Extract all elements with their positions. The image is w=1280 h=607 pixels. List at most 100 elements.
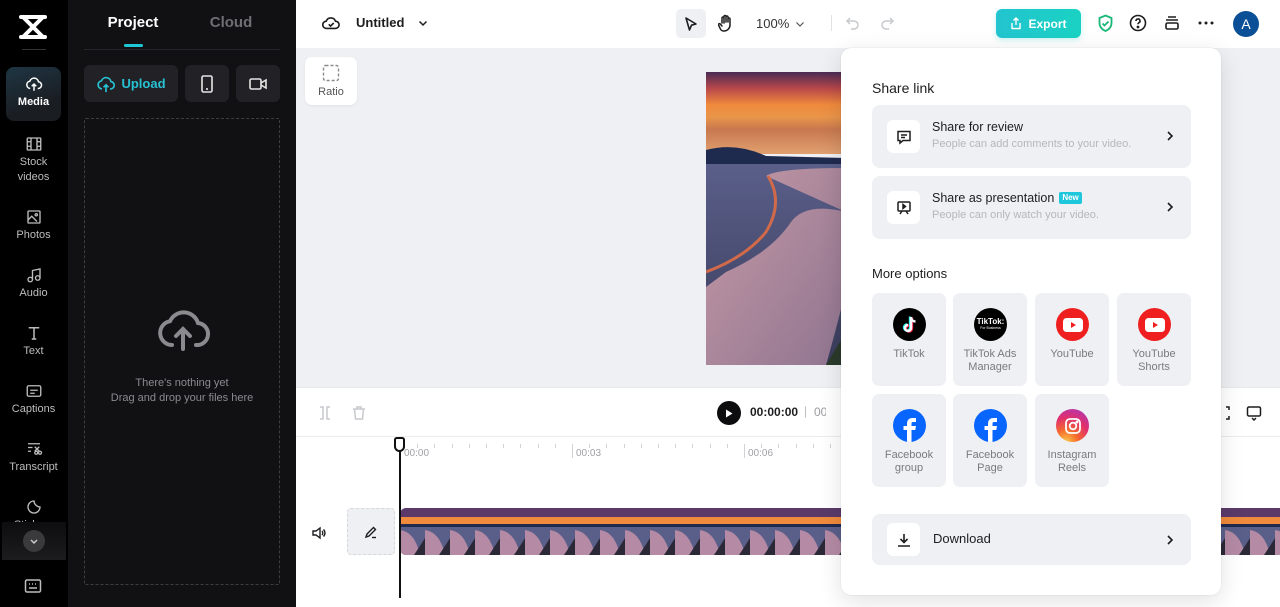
ruler-minor-tick (726, 444, 728, 448)
video-preview-frame[interactable] (706, 72, 846, 365)
share-as-presentation-option[interactable]: Share as presentation New People can onl… (872, 176, 1191, 239)
rail-item-audio[interactable]: Audio (6, 258, 61, 312)
rail-item-label: Text (23, 345, 44, 357)
ruler-major-tick (744, 444, 745, 458)
option-label-line2: group (894, 462, 924, 474)
option-label-line2: Reels (1057, 462, 1087, 474)
download-icon (887, 523, 920, 556)
chevron-right-icon (1167, 131, 1174, 141)
music-note-icon (26, 268, 41, 283)
ruler-minor-tick (434, 444, 436, 448)
ruler-minor-tick (503, 444, 505, 448)
ruler-minor-tick (778, 444, 780, 448)
empty-state-text: There's nothing yet Drag and drop your f… (85, 376, 279, 406)
undo-icon[interactable] (844, 14, 862, 32)
clip-thumbnail-frame (425, 508, 450, 555)
top-bar: Untitled 100% Export A (296, 0, 1280, 48)
rail-item-label: Stock videos (17, 156, 50, 183)
clip-thumbnail-frame (525, 508, 550, 555)
youtube-logo-icon (1056, 308, 1089, 341)
clip-thumbnail-frame (500, 508, 525, 555)
layers-button[interactable] (1162, 13, 1182, 33)
instagram-logo-icon (1056, 409, 1089, 442)
chevron-down-icon[interactable] (417, 17, 429, 29)
redo-icon[interactable] (878, 14, 896, 32)
phone-icon (201, 74, 213, 93)
speaker-icon[interactable] (311, 525, 327, 541)
shield-check-icon (1098, 14, 1112, 32)
comment-screen-icon[interactable] (1246, 405, 1262, 421)
comment-icon (887, 120, 920, 153)
cloud-upload-icon (25, 77, 42, 91)
play-button[interactable] (717, 401, 741, 425)
security-shield-button[interactable] (1095, 13, 1115, 33)
clip-thumbnail-frame (1250, 508, 1275, 555)
ruler-major-tick (572, 444, 573, 458)
rail-item-label: Photos (16, 229, 51, 241)
download-option[interactable]: Download (872, 514, 1191, 565)
rail-more-button[interactable] (2, 522, 66, 560)
share-link-heading: Share link (872, 80, 935, 96)
zoom-level: 100% (756, 16, 790, 31)
rail-item-captions[interactable]: Captions (6, 374, 61, 428)
rail-item-media[interactable]: Media (6, 67, 61, 121)
film-icon (26, 137, 41, 151)
share-for-review-option[interactable]: Share for review People can add comments… (872, 105, 1191, 168)
youtube-logo-icon (1138, 308, 1171, 341)
rail-item-label: Captions (11, 403, 56, 415)
tab-project[interactable]: Project (84, 0, 182, 49)
upload-button[interactable]: Upload (84, 65, 178, 102)
zoom-dropdown[interactable]: 100% (756, 16, 805, 31)
clip-thumbnail-frame (650, 508, 675, 555)
trash-icon[interactable] (351, 405, 367, 421)
rail-item-label: Media (17, 96, 50, 108)
ruler-minor-tick (537, 444, 539, 448)
export-button[interactable]: Export (996, 9, 1081, 38)
media-dropzone[interactable]: There's nothing yet Drag and drop your f… (84, 118, 280, 585)
ruler-minor-tick (830, 444, 831, 448)
share-row-subtitle: People can only watch your video. (932, 209, 1099, 221)
cloud-upload-icon (97, 76, 116, 92)
option-youtube[interactable]: YouTube (1035, 293, 1109, 386)
ruler-label: 00:00 (404, 448, 430, 459)
split-icon[interactable] (317, 405, 333, 421)
ratio-button[interactable]: Ratio (305, 57, 357, 105)
ruler-minor-tick (623, 444, 625, 448)
presentation-icon (887, 191, 920, 224)
option-tiktok-ads-manager[interactable]: TikTok: For Business TikTok Ads Manager (953, 293, 1027, 386)
option-facebook-group[interactable]: Facebook group (872, 394, 946, 487)
select-tool-button[interactable] (676, 9, 706, 38)
user-avatar[interactable]: A (1233, 11, 1259, 37)
ruler-minor-tick (486, 444, 487, 448)
option-youtube-shorts[interactable]: YouTube Shorts (1117, 293, 1191, 386)
project-title[interactable]: Untitled (356, 15, 404, 30)
tab-cloud[interactable]: Cloud (182, 0, 280, 49)
option-facebook-page[interactable]: Facebook Page (953, 394, 1027, 487)
upload-label: Upload (121, 76, 166, 91)
playhead-handle[interactable] (394, 437, 405, 452)
clip-thumbnail-frame (1225, 508, 1250, 555)
option-tiktok[interactable]: TikTok (872, 293, 946, 386)
edit-cover-button[interactable] (347, 508, 395, 555)
facebook-logo-icon (974, 409, 1007, 442)
rail-item-text[interactable]: Text (6, 316, 61, 370)
option-label: Facebook (965, 449, 1015, 461)
rail-item-photos[interactable]: Photos (6, 200, 61, 254)
ruler-minor-tick (520, 444, 522, 448)
record-video-button[interactable] (236, 65, 280, 102)
rail-item-transcript[interactable]: Transcript (6, 432, 61, 486)
playhead-line (399, 438, 401, 598)
rail-divider (22, 49, 46, 50)
option-instagram-reels[interactable]: Instagram Reels (1035, 394, 1109, 487)
help-button[interactable] (1128, 13, 1148, 33)
more-options-button[interactable] (1196, 13, 1216, 33)
clip-thumbnail-frame (450, 508, 475, 555)
upload-from-phone-button[interactable] (185, 65, 229, 102)
export-label: Export (1028, 16, 1067, 31)
hand-tool-button[interactable] (715, 12, 737, 34)
more-options-heading: More options (872, 266, 948, 281)
capcut-logo-icon[interactable] (18, 14, 48, 40)
option-label-line2: Page (977, 462, 1003, 474)
rail-item-stock-videos[interactable]: Stock videos (6, 127, 61, 183)
keyboard-icon[interactable] (24, 578, 42, 594)
